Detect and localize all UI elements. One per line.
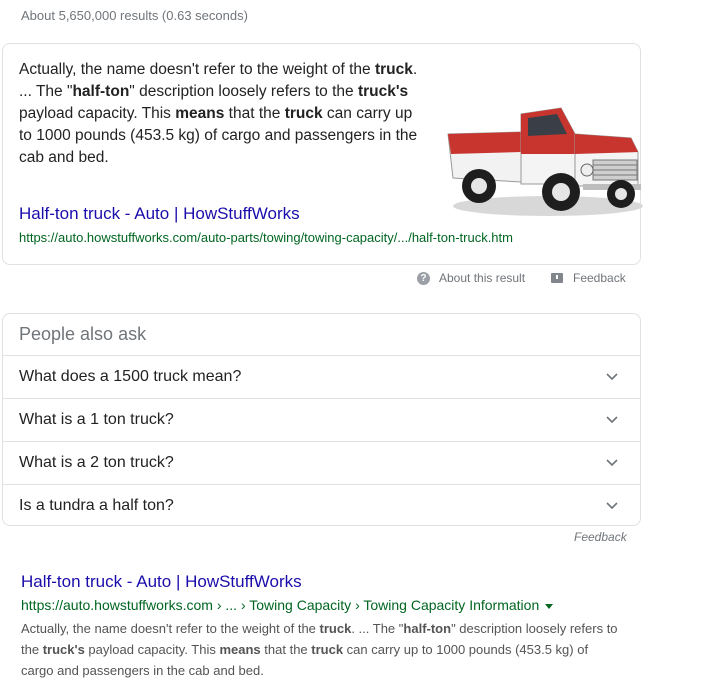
truck-image[interactable]: [443, 74, 643, 234]
snippet-text-part: that the: [260, 642, 312, 657]
snippet-text-bold: half-ton: [403, 621, 452, 636]
chevron-down-icon: [606, 373, 618, 381]
snippet-text-part: Actually, the name doesn't refer to the …: [21, 621, 320, 636]
featured-result-url: https://auto.howstuffworks.com/auto-part…: [19, 230, 513, 245]
paa-question[interactable]: What does a 1500 truck mean?: [3, 355, 640, 398]
snippet-text-bold: truck: [284, 105, 323, 122]
paa-question-text: What is a 2 ton truck?: [19, 454, 174, 471]
chevron-down-icon: [606, 459, 618, 467]
snippet-text-bold: truck: [374, 61, 413, 78]
paa-question-text: Is a tundra a half ton?: [19, 497, 174, 514]
snippet-text-bold: truck's: [42, 642, 85, 657]
organic-result-url-text: https://auto.howstuffworks.com › ... › T…: [21, 597, 540, 613]
paa-question[interactable]: Is a tundra a half ton?: [3, 484, 640, 527]
snippet-text-part: . ... The ": [351, 621, 404, 636]
snippet-text-bold: truck's: [357, 83, 409, 100]
paa-question[interactable]: What is a 2 ton truck?: [3, 441, 640, 484]
snippet-text-bold: means: [175, 105, 225, 122]
organic-result-snippet: Actually, the name doesn't refer to the …: [21, 618, 621, 681]
snippet-text-bold: half-ton: [72, 83, 130, 100]
feedback-icon: [551, 273, 563, 283]
snippet-text-bold: truck: [319, 621, 352, 636]
paa-question-text: What is a 1 ton truck?: [19, 411, 174, 428]
paa-question-text: What does a 1500 truck mean?: [19, 368, 242, 385]
snippet-text-bold: truck: [311, 642, 344, 657]
snippet-text-part: payload capacity. This: [84, 642, 220, 657]
snippet-text-part: Actually, the name doesn't refer to the …: [19, 61, 375, 78]
about-this-result-button[interactable]: ? About this result: [417, 269, 525, 287]
help-icon: ?: [417, 271, 430, 285]
featured-result-title-link[interactable]: Half-ton truck - Auto | HowStuffWorks: [19, 204, 300, 224]
snippet-text-bold: means: [219, 642, 261, 657]
chevron-down-icon: [606, 416, 618, 424]
featured-snippet: Actually, the name doesn't refer to the …: [2, 43, 643, 265]
people-also-ask-heading: People also ask: [19, 324, 147, 344]
paa-feedback-link[interactable]: Feedback: [574, 530, 627, 544]
snippet-text-part: " description loosely refers to the: [129, 83, 358, 100]
result-stats: About 5,650,000 results (0.63 seconds): [21, 8, 248, 23]
url-menu-caret-icon[interactable]: [545, 603, 554, 609]
people-also-ask: People also ask What does a 1500 truck m…: [2, 313, 641, 526]
chevron-down-icon: [606, 502, 618, 510]
snippet-text-part: payload capacity. This: [19, 105, 176, 122]
paa-question[interactable]: What is a 1 ton truck?: [3, 398, 640, 441]
snippet-feedback-label: Feedback: [573, 271, 626, 285]
organic-result-url: https://auto.howstuffworks.com › ... › T…: [21, 597, 554, 613]
snippet-feedback-button[interactable]: Feedback: [551, 269, 626, 287]
snippet-text-part: that the: [224, 105, 285, 122]
about-this-result-label: About this result: [439, 271, 526, 285]
featured-snippet-text: Actually, the name doesn't refer to the …: [19, 59, 419, 169]
organic-result-title-link[interactable]: Half-ton truck - Auto | HowStuffWorks: [21, 572, 302, 592]
